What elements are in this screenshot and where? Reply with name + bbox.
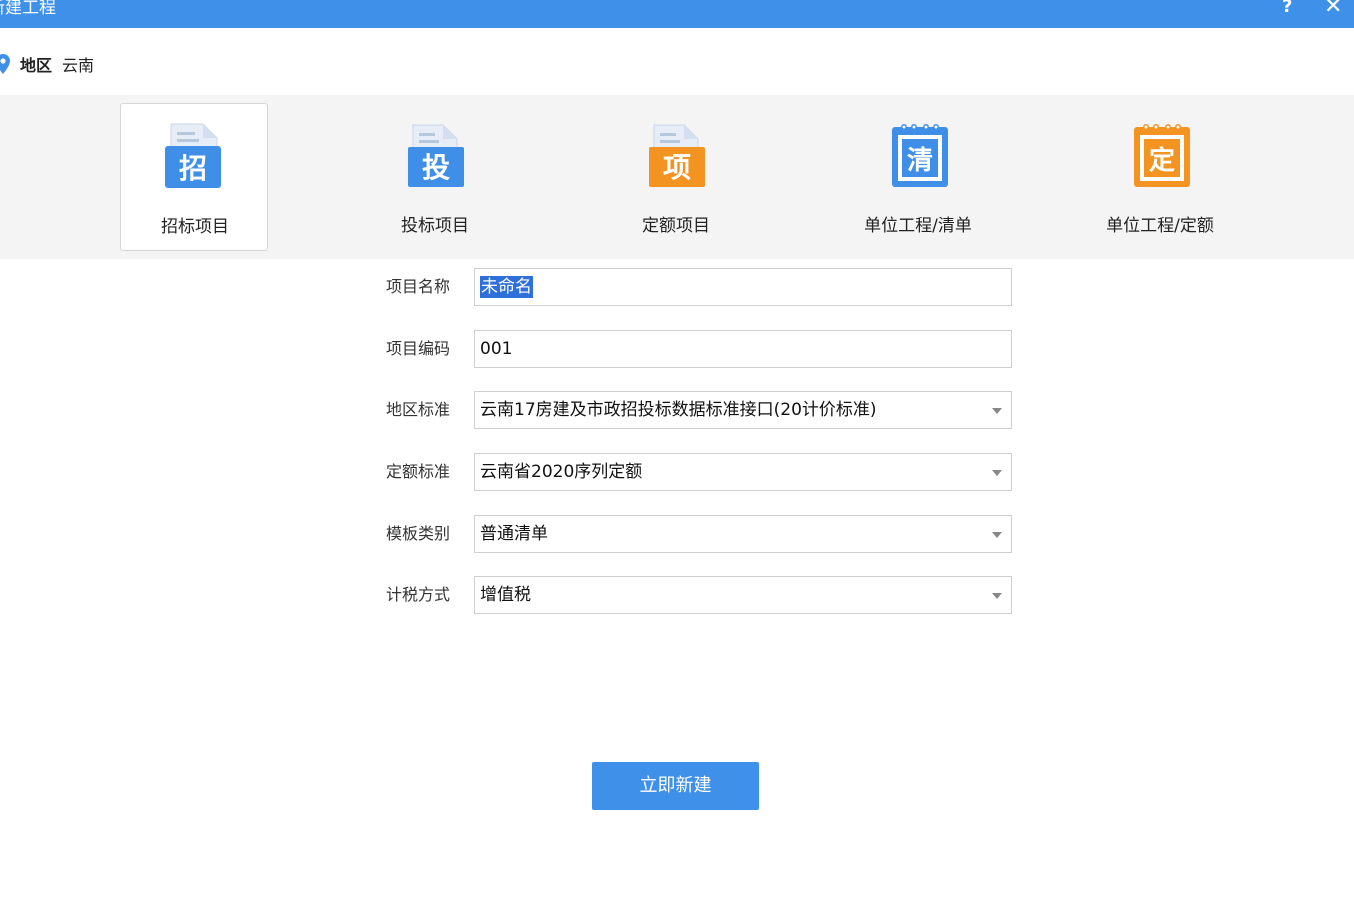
project-type-tender[interactable]: 投 投标项目 (361, 103, 509, 251)
project-name-value: 未命名 (480, 276, 533, 298)
location-pin-icon (0, 54, 10, 74)
template-type-select[interactable]: 普通清单 (474, 515, 1012, 553)
project-code-input[interactable]: 001 (474, 330, 1012, 368)
region-standard-value: 云南17房建及市政招投标数据标准接口(20计价标准) (480, 400, 877, 420)
project-type-bar: 招 招标项目 投 投标项目 项 定额项目 清 单位工程/清单 定 单位工程/定额 (0, 95, 1354, 259)
tax-method-row: 计税方式 增值税 (386, 576, 1014, 614)
region-value: 云南 (62, 56, 95, 75)
tax-method-select[interactable]: 增值税 (474, 576, 1012, 614)
quota-standard-value: 云南省2020序列定额 (480, 462, 643, 482)
chevron-down-icon[interactable] (992, 470, 1002, 476)
list-glyph: 清 (907, 146, 933, 176)
help-button[interactable]: ? (1282, 0, 1292, 16)
quota-glyph: 项 (663, 151, 691, 184)
project-type-unit-quota[interactable]: 定 单位工程/定额 (1086, 103, 1234, 251)
template-type-value: 普通清单 (480, 524, 548, 544)
template-type-row: 模板类别 普通清单 (386, 515, 1014, 553)
region-indicator: 地区 云南 (0, 52, 94, 76)
project-type-unit-list[interactable]: 清 单位工程/清单 (844, 103, 992, 251)
project-type-unit-quota-label: 单位工程/定额 (1106, 216, 1214, 236)
close-button[interactable]: ✕ (1324, 0, 1342, 18)
quota2-glyph: 定 (1149, 145, 1175, 176)
chevron-down-icon[interactable] (992, 532, 1002, 538)
chevron-down-icon[interactable] (992, 408, 1002, 414)
tax-method-label: 计税方式 (386, 585, 451, 604)
notebook-quota-icon: 定 (1134, 124, 1190, 187)
notebook-list-icon: 清 (892, 124, 948, 187)
bid-document-icon: 招 (165, 123, 221, 188)
project-type-quota[interactable]: 项 定额项目 (602, 103, 750, 251)
project-type-bid[interactable]: 招 招标项目 (120, 103, 268, 251)
region-standard-row: 地区标准 云南17房建及市政招投标数据标准接口(20计价标准) (386, 391, 1014, 429)
project-name-label: 项目名称 (386, 277, 451, 296)
project-type-quota-label: 定额项目 (642, 216, 710, 236)
region-standard-select[interactable]: 云南17房建及市政招投标数据标准接口(20计价标准) (474, 391, 1012, 429)
project-type-tender-label: 投标项目 (401, 216, 469, 236)
project-type-unit-list-label: 单位工程/清单 (864, 216, 972, 236)
bid-glyph: 招 (179, 152, 207, 185)
quota-standard-row: 定额标准 云南省2020序列定额 (386, 453, 1014, 491)
project-code-row: 项目编码 001 (386, 330, 1014, 368)
tax-method-value: 增值税 (480, 585, 531, 605)
chevron-down-icon[interactable] (992, 593, 1002, 599)
template-type-label: 模板类别 (386, 524, 451, 543)
project-type-bid-label: 招标项目 (161, 217, 229, 237)
project-code-label: 项目编码 (386, 339, 451, 358)
quota-standard-label: 定额标准 (386, 462, 451, 481)
quota-standard-select[interactable]: 云南省2020序列定额 (474, 453, 1012, 491)
title-bar: 新建工程 ? ✕ (0, 0, 1354, 28)
project-name-row: 项目名称 未命名 (386, 268, 1014, 306)
window-title: 新建工程 (0, 0, 56, 18)
quota-document-icon: 项 (649, 124, 705, 187)
region-standard-label: 地区标准 (386, 400, 451, 419)
project-name-input[interactable]: 未命名 (474, 268, 1012, 306)
tender-document-icon: 投 (408, 124, 464, 187)
create-now-button[interactable]: 立即新建 (592, 762, 759, 810)
region-label: 地区 (20, 56, 53, 75)
tender-glyph: 投 (422, 151, 450, 184)
